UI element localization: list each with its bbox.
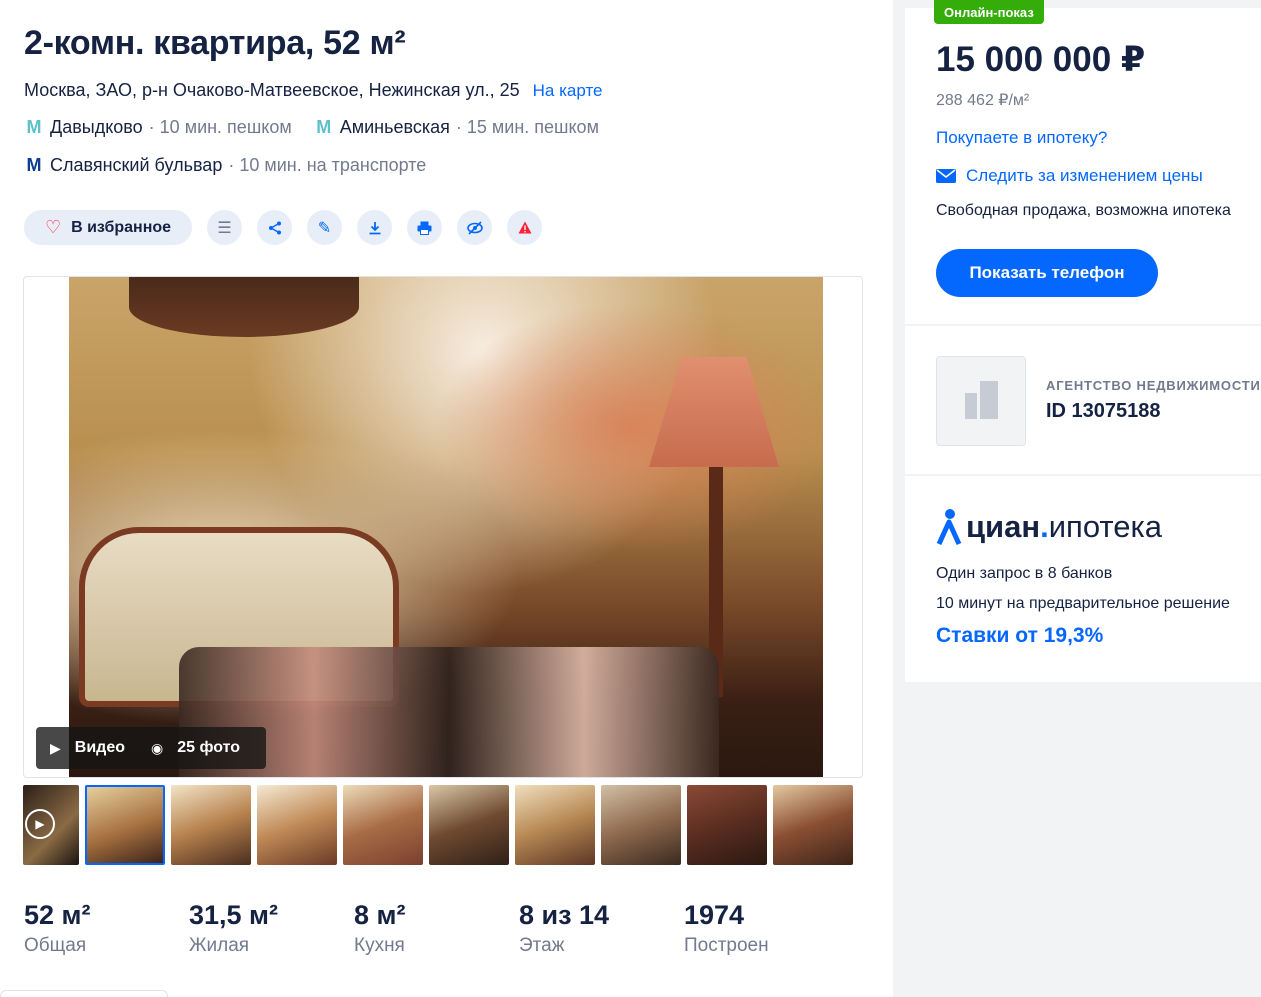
spec-label: Жилая (189, 935, 250, 956)
camera-icon: ◉ (151, 739, 164, 756)
main-photo[interactable] (69, 277, 823, 777)
hide-button[interactable] (457, 210, 492, 245)
photos-count[interactable]: 25 фото (177, 739, 240, 757)
spec-value: 1974 (684, 900, 745, 930)
add-to-list-button[interactable]: ☰ (207, 210, 242, 245)
agency-type: АГЕНТСТВО НЕДВИЖИМОСТИ (1046, 378, 1261, 393)
hide-icon (466, 220, 483, 235)
metro-time: · 10 мин. пешком (148, 117, 292, 137)
thumbnail[interactable] (171, 785, 251, 865)
cian-line-decision: 10 минут на предварительное решение (936, 595, 1230, 612)
thumbnail[interactable] (85, 785, 165, 865)
thumbnail[interactable] (515, 785, 595, 865)
thumbnail[interactable] (601, 785, 681, 865)
thumbnail-strip: ▶ (23, 785, 863, 865)
heart-icon: ♡ (44, 217, 62, 237)
download-button[interactable] (357, 210, 392, 245)
spec-total-area: 52 м² Общая (24, 900, 189, 957)
favorite-label: В избранное (71, 218, 172, 236)
specs-row: 52 м² Общая 31,5 м² Жилая 8 м² Кухня 8 и… (24, 900, 849, 957)
video-label[interactable]: Видео (75, 739, 125, 757)
price: 15 000 000 ₽ (936, 40, 1146, 79)
sidebar: Онлайн-показ 15 000 000 ₽ 288 462 ₽/м² П… (905, 0, 1261, 997)
mortgage-word: ипотека (1048, 509, 1162, 544)
media-bar: ▶ Видео ◉ 25 фото (36, 727, 266, 769)
follow-price-label: Следить за изменением цены (966, 166, 1203, 185)
spec-value: 8 м² (354, 900, 406, 930)
share-icon (268, 221, 281, 234)
address: Москва, ЗАО, р-н Очаково-Матвеевское, Не… (24, 80, 603, 101)
spec-kitchen-area: 8 м² Кухня (354, 900, 519, 957)
spec-year-built: 1974 Построен (684, 900, 849, 957)
print-button[interactable] (407, 210, 442, 245)
favorite-button[interactable]: ♡ В избранное (24, 210, 192, 245)
spec-value: 8 из 14 (519, 900, 610, 930)
show-phone-button[interactable]: Показать телефон (936, 249, 1158, 297)
edit-icon: ✎ (317, 219, 332, 237)
metro-icon: М (316, 117, 332, 137)
listing-title: 2-комн. квартира, 52 м² (24, 24, 406, 62)
print-icon (417, 221, 432, 235)
add-to-list-icon: ☰ (217, 219, 232, 237)
cian-line-banks: Один запрос в 8 банков (936, 565, 1113, 582)
thumbnail-video[interactable]: ▶ (23, 785, 79, 865)
metro-station-slavyansky-bulvar[interactable]: Славянский бульвар (50, 155, 222, 176)
cian-word: циан (966, 509, 1041, 544)
spec-value: 52 м² (24, 900, 91, 930)
metro-row: М Давыдково · 10 мин. пешком М Аминьевск… (24, 117, 599, 138)
metro-icon: М (26, 117, 42, 137)
report-icon (518, 221, 531, 234)
address-text: Москва, ЗАО, р-н Очаково-Матвеевское, Не… (24, 80, 520, 100)
metro-icon: М (26, 155, 42, 175)
metro-time: · 10 мин. на транспорте (228, 155, 427, 175)
metro-time: · 15 мин. пешком (455, 117, 599, 137)
cian-dot: . (1040, 509, 1049, 544)
mortgage-link[interactable]: Покупаете в ипотеку? (936, 128, 1107, 148)
map-link[interactable]: На карте (533, 81, 603, 100)
mail-icon (936, 169, 956, 183)
metro-station-davydkovo[interactable]: Давыдково (50, 117, 143, 138)
price-per-m2: 288 462 ₽/м² (936, 92, 1030, 109)
price-card: Онлайн-показ 15 000 000 ₽ 288 462 ₽/м² П… (905, 0, 1261, 324)
thumbnail[interactable] (429, 785, 509, 865)
metro-station-aminyevskaya[interactable]: Аминьевская (340, 117, 450, 138)
bottom-tab-edge (0, 990, 168, 997)
location-pin-icon (936, 509, 962, 546)
cian-mortgage-card[interactable]: циан. ипотека Один запрос в 8 банков 10 м… (905, 476, 1261, 682)
spec-label: Этаж (519, 935, 565, 956)
thumbnail[interactable] (687, 785, 767, 865)
action-bar: ♡ В избранное ☰ ✎ (24, 210, 542, 245)
thumbnail[interactable] (343, 785, 423, 865)
thumbnail[interactable] (257, 785, 337, 865)
spec-label: Общая (24, 935, 87, 956)
spec-label: Построен (684, 935, 769, 956)
online-showing-badge: Онлайн-показ (934, 0, 1044, 24)
report-button[interactable] (507, 210, 542, 245)
download-icon (369, 221, 380, 234)
main-content: 2-комн. квартира, 52 м² Москва, ЗАО, р-н… (0, 0, 893, 997)
spec-floor: 8 из 14 Этаж (519, 900, 684, 957)
play-circle-icon: ▶ (25, 809, 55, 839)
thumbnail[interactable] (773, 785, 853, 865)
spec-living-area: 31,5 м² Жилая (189, 900, 354, 957)
metro-row: М Славянский бульвар · 10 мин. на трансп… (24, 155, 427, 176)
cian-mortgage-logo: циан. ипотека (936, 508, 1162, 546)
agency-id[interactable]: ID 13075188 (1046, 400, 1161, 423)
spec-label: Кухня (354, 935, 405, 956)
rates-link[interactable]: Ставки от 19,3% (936, 624, 1103, 648)
agency-logo[interactable] (936, 356, 1026, 446)
spec-value: 31,5 м² (189, 900, 279, 930)
play-icon: ▶ (50, 739, 61, 756)
share-button[interactable] (257, 210, 292, 245)
edit-button[interactable]: ✎ (307, 210, 342, 245)
agency-card: АГЕНТСТВО НЕДВИЖИМОСТИ ID 13075188 (905, 326, 1261, 474)
sale-type: Свободная продажа, возможна ипотека (936, 202, 1231, 219)
main-photo-frame[interactable]: ▶ Видео ◉ 25 фото (23, 276, 863, 778)
follow-price-link[interactable]: Следить за изменением цены (936, 166, 1203, 186)
